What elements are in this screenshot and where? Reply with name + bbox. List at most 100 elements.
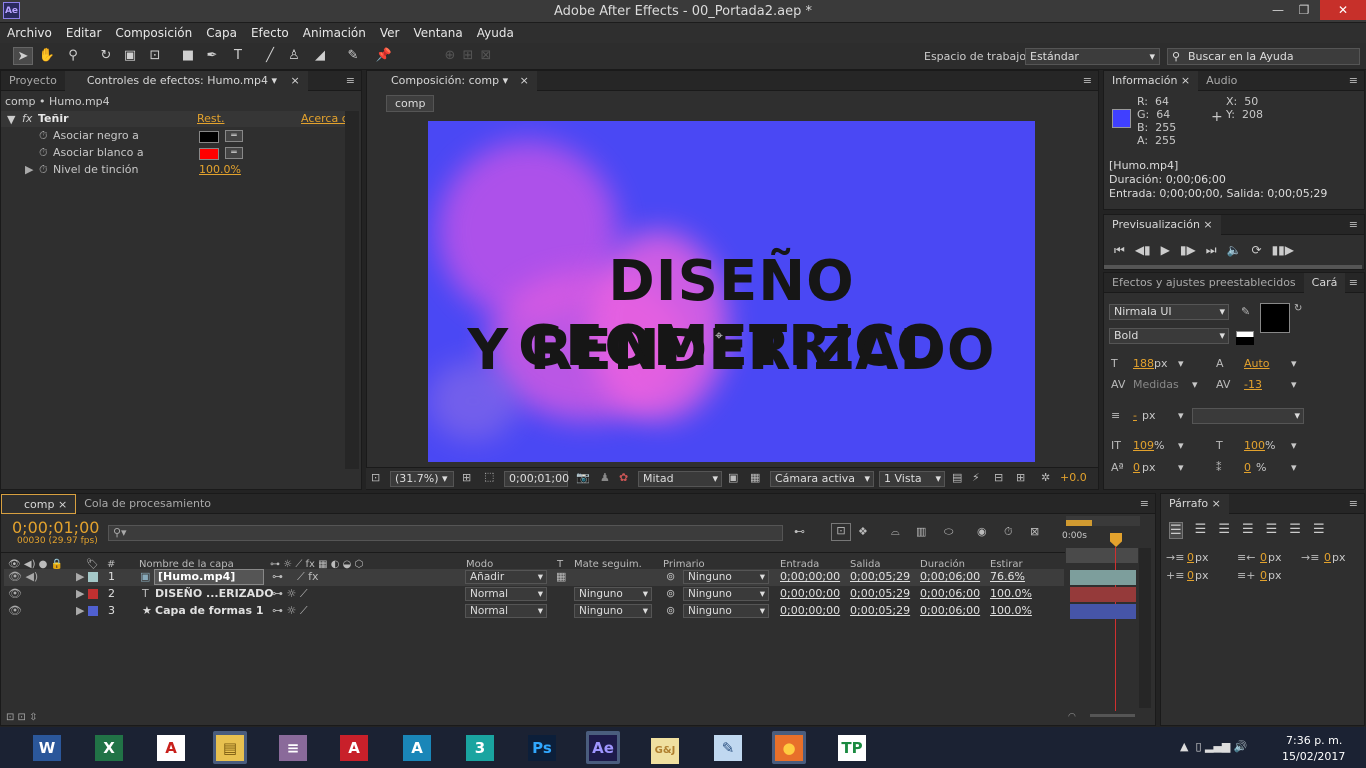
- justify-left-icon[interactable]: ☰: [1242, 522, 1254, 539]
- close-tab-icon[interactable]: ×: [520, 74, 529, 87]
- shy-layers-icon[interactable]: ❖: [858, 525, 868, 538]
- fast-previews-icon[interactable]: ⚡: [972, 471, 980, 484]
- scrollbar[interactable]: [345, 111, 359, 469]
- firefox-icon[interactable]: ●: [772, 731, 806, 764]
- zoom-tool-icon[interactable]: ⚲: [63, 47, 83, 65]
- panel-menu-icon[interactable]: ≡: [1349, 276, 1358, 289]
- frame-blending-icon[interactable]: ⌓: [891, 525, 900, 539]
- play-icon[interactable]: ▶: [1161, 243, 1170, 258]
- duration[interactable]: 0;00;06;00: [920, 604, 980, 617]
- tab-effect-controls[interactable]: Controles de efectos: Humo.mp4 ▾ ×: [64, 70, 308, 91]
- tab-effects-presets[interactable]: Efectos y ajustes preestablecidos: [1104, 273, 1304, 293]
- channel-icon[interactable]: ✿: [619, 471, 628, 484]
- chevron-down-icon[interactable]: ▾: [1192, 378, 1198, 391]
- tab-caracter[interactable]: Cará: [1303, 272, 1346, 293]
- switches-icon[interactable]: ⊶ ⟋ fx: [272, 570, 319, 584]
- fill-color-swatch[interactable]: [1260, 303, 1290, 333]
- view-layout-select[interactable]: 1 Vista ▾: [879, 471, 945, 487]
- menu-ventana[interactable]: Ventana: [406, 26, 469, 40]
- panel-menu-icon[interactable]: ≡: [1140, 497, 1149, 510]
- 3dsmax-icon[interactable]: 3: [463, 731, 497, 764]
- panel-menu-icon[interactable]: ≡: [1083, 74, 1092, 87]
- menu-composicion[interactable]: Composición: [108, 26, 199, 40]
- out-point[interactable]: 0;00;05;29: [850, 604, 910, 617]
- track-matte-select[interactable]: Ninguno ▾: [574, 604, 652, 618]
- graph-editor-icon[interactable]: ◉: [977, 525, 987, 538]
- table-row[interactable]: 👁 ▶ 3 ★ Capa de formas 1 ⊶ ☼ ⟋ Normal ▾ N…: [4, 603, 1064, 620]
- tab-comp[interactable]: comp ×: [1, 493, 77, 514]
- menu-capa[interactable]: Capa: [199, 26, 244, 40]
- archive-icon[interactable]: ≡: [276, 731, 310, 764]
- space-before-value[interactable]: 0: [1187, 569, 1194, 582]
- autocad-civil-icon[interactable]: A: [400, 731, 434, 764]
- kerning-value[interactable]: Medidas: [1133, 378, 1179, 391]
- pickwhip-icon[interactable]: ⊚: [666, 570, 675, 583]
- loop-icon[interactable]: ⟳: [1252, 243, 1262, 258]
- photoshop-icon[interactable]: Ps: [525, 731, 559, 764]
- justify-center-icon[interactable]: ☰: [1266, 522, 1278, 539]
- work-area-handle[interactable]: [1066, 520, 1092, 526]
- align-center-icon[interactable]: ☰: [1195, 522, 1207, 539]
- chevron-down-icon[interactable]: ▾: [1291, 461, 1297, 474]
- menu-editar[interactable]: Editar: [59, 26, 109, 40]
- chevron-down-icon[interactable]: ▾: [1291, 378, 1297, 391]
- eraser-tool-icon[interactable]: ◢: [310, 47, 330, 65]
- brush-tool-icon[interactable]: ╱: [260, 47, 280, 65]
- pickwhip-icon[interactable]: ⊚: [666, 587, 675, 600]
- track-matte-select[interactable]: Ninguno ▾: [574, 587, 652, 601]
- tools-icon[interactable]: ✎: [711, 731, 745, 764]
- close-tab-icon[interactable]: ×: [290, 74, 299, 87]
- panel-menu-icon[interactable]: ≡: [1349, 497, 1358, 510]
- disclosure-triangle-icon[interactable]: ▶: [25, 163, 33, 176]
- render-icon[interactable]: ⊠: [1030, 525, 1039, 538]
- chevron-down-icon[interactable]: ▾: [1178, 409, 1184, 422]
- table-row[interactable]: 👁 ▶ 2 T DISEÑO ...ERIZADO ⊶ ☼ ⟋ Normal ▾ …: [4, 586, 1064, 603]
- pickwhip-icon[interactable]: ⊚: [666, 604, 675, 617]
- white-color-swatch[interactable]: [199, 148, 219, 160]
- label-color-swatch[interactable]: [88, 572, 98, 582]
- parent-select[interactable]: Ninguno ▾: [683, 587, 769, 601]
- panel-menu-icon[interactable]: ≡: [1349, 218, 1358, 231]
- in-point[interactable]: 0;00;00;00: [780, 587, 840, 600]
- stretch[interactable]: 100.0%: [990, 604, 1032, 617]
- hand-tool-icon[interactable]: ✋: [37, 47, 57, 65]
- always-preview-icon[interactable]: ⊡: [371, 471, 380, 484]
- duration[interactable]: 0;00;06;00: [920, 570, 980, 583]
- gd-icon[interactable]: G&J: [648, 731, 682, 764]
- workspace-select[interactable]: Estándar ▾: [1025, 48, 1160, 65]
- show-snapshot-icon[interactable]: ♟: [600, 471, 610, 484]
- layer-bar[interactable]: [1070, 570, 1136, 585]
- expand-triangle-icon[interactable]: ▶: [76, 570, 84, 583]
- system-tray-icons[interactable]: ▲ ▯ ▂▄▆ 🔊: [1180, 740, 1248, 753]
- transparency-grid-icon[interactable]: ▦: [750, 471, 760, 484]
- menu-ver[interactable]: Ver: [373, 26, 407, 40]
- parent-select[interactable]: Ninguno ▾: [683, 604, 769, 618]
- word-icon[interactable]: W: [30, 731, 64, 764]
- layer-name[interactable]: [Humo.mp4]: [154, 569, 264, 585]
- justify-all-icon[interactable]: ☰: [1313, 522, 1325, 539]
- time-ruler[interactable]: [1066, 548, 1138, 563]
- timer-icon[interactable]: ⏱: [1004, 525, 1013, 539]
- region-of-interest-icon[interactable]: ▣: [728, 471, 738, 484]
- exposure-value[interactable]: +0.0: [1060, 471, 1087, 484]
- minimize-icon[interactable]: —: [1264, 0, 1292, 20]
- first-line-indent-value[interactable]: 0: [1324, 551, 1331, 564]
- menu-archivo[interactable]: Archivo: [0, 26, 59, 40]
- stopwatch-icon[interactable]: ⏱: [39, 163, 48, 177]
- motion-blur-icon[interactable]: ▥: [916, 525, 926, 538]
- type-tool-icon[interactable]: T: [228, 47, 248, 65]
- autocad-icon[interactable]: A: [337, 731, 371, 764]
- timeline-icon[interactable]: ⊟: [994, 471, 1003, 484]
- axis-mode-icon[interactable]: ⊕: [440, 47, 460, 65]
- pan-behind-tool-icon[interactable]: ⊡: [145, 47, 165, 65]
- visibility-icon[interactable]: 👁: [8, 587, 22, 600]
- duration[interactable]: 0;00;06;00: [920, 587, 980, 600]
- baseline-shift-value[interactable]: 0: [1133, 461, 1140, 474]
- stopwatch-icon[interactable]: ⏱: [39, 146, 48, 160]
- stretch[interactable]: 76.6%: [990, 570, 1025, 583]
- camera-tool-icon[interactable]: ▣: [120, 47, 140, 65]
- layer-bar[interactable]: [1070, 587, 1136, 602]
- flowchart-icon[interactable]: ⊞: [1016, 471, 1025, 484]
- visibility-icon[interactable]: 👁: [8, 604, 22, 617]
- timeline-timecode[interactable]: 0;00;01;00: [12, 518, 99, 537]
